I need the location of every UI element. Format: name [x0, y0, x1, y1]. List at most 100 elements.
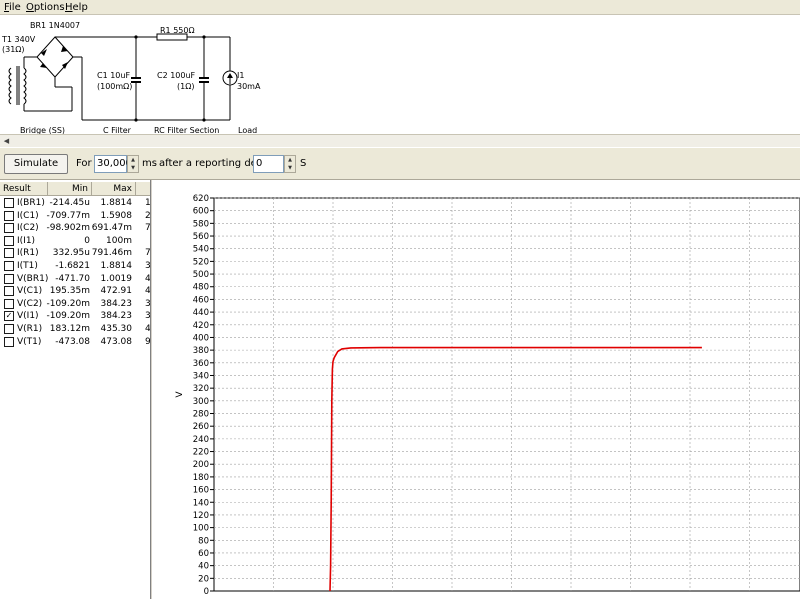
- result-name: V(C1): [17, 286, 43, 297]
- plot-area: [213, 197, 800, 592]
- y-tick-label: 20: [198, 574, 209, 584]
- delay-spinner[interactable]: ▲ ▼: [284, 155, 296, 173]
- y-tick-label: 60: [198, 549, 209, 559]
- result-name: V(I1): [17, 311, 39, 322]
- menu-options[interactable]: Options: [26, 1, 65, 14]
- y-tick-label: 40: [198, 562, 209, 572]
- y-tick-label: 520: [193, 257, 209, 267]
- section-label-bridge: Bridge (SS): [20, 126, 65, 134]
- result-min: -473.08: [55, 336, 90, 347]
- column-header-result[interactable]: Result: [0, 182, 48, 196]
- result-extra: 3: [145, 260, 151, 271]
- menu-bar: File Options Help: [0, 0, 800, 15]
- result-extra: 9: [145, 336, 151, 347]
- c2-label: C2 100uF: [157, 71, 196, 80]
- column-header-max[interactable]: Max: [92, 182, 136, 196]
- result-checkbox[interactable]: ✓: [4, 311, 14, 322]
- result-checkbox[interactable]: [4, 248, 14, 259]
- result-name: I(C1): [17, 210, 39, 221]
- result-checkbox[interactable]: [4, 210, 14, 221]
- table-row[interactable]: I(C2) -98.902m691.47m 79: [0, 222, 150, 235]
- table-row[interactable]: I(BR1) -214.45u 1.8814 1: [0, 197, 150, 210]
- table-row[interactable]: V(C2) -109.20m 384.23 3: [0, 298, 150, 311]
- table-row[interactable]: V(C1) 195.35m 472.91 4: [0, 285, 151, 298]
- result-min: -109.20m: [46, 311, 90, 322]
- for-label: For: [76, 158, 92, 169]
- scroll-left-arrow-icon[interactable]: ◀: [1, 136, 12, 146]
- table-row[interactable]: V(R1) 183.12m 435.30 4: [0, 323, 151, 336]
- chart-area: 0 20 40 60 80 100 120 140 160 180 200 220 240 260 280 3…: [152, 180, 800, 599]
- spin-down-icon[interactable]: ▼: [128, 164, 138, 172]
- y-tick-label: 140: [193, 498, 209, 508]
- result-checkbox[interactable]: [4, 286, 14, 297]
- y-tick-label: 420: [193, 321, 209, 331]
- result-checkbox[interactable]: [4, 198, 14, 208]
- result-max: 1.0019: [100, 273, 133, 284]
- result-extra: 4: [145, 323, 151, 334]
- y-axis-label: V: [175, 391, 185, 398]
- result-max: 472.91: [100, 286, 133, 297]
- column-header-min[interactable]: Min: [48, 182, 92, 196]
- y-tick-label: 320: [193, 384, 209, 394]
- transformer-secondary: [23, 67, 27, 105]
- table-row[interactable]: I(T1) -1.6821 1.8814 3: [0, 260, 151, 273]
- transformer-label: T1 340V: [1, 35, 36, 44]
- voltage-chart: 0 20 40 60 80 100 120 140 160 180 200 220 240 260 280 3…: [175, 194, 800, 597]
- result-min: -214.45u: [49, 198, 90, 208]
- y-tick-label: 560: [193, 232, 209, 242]
- c2-resistance: (1Ω): [177, 82, 194, 91]
- table-row[interactable]: I(I1) 0 100m: [0, 235, 150, 248]
- table-row[interactable]: V(BR1) -471.70 1.0019 4: [0, 273, 151, 286]
- simulate-button[interactable]: Simulate: [4, 154, 68, 174]
- result-checkbox[interactable]: [4, 273, 14, 284]
- result-name: I(R1): [17, 248, 39, 259]
- y-tick-label: 600: [193, 207, 209, 217]
- result-name: V(T1): [17, 336, 42, 347]
- spin-up-icon[interactable]: ▲: [128, 156, 138, 164]
- result-max: 1.8814: [100, 260, 133, 271]
- y-tick-label: 220: [193, 448, 209, 458]
- result-extra: 4: [145, 286, 151, 297]
- y-tick-label: 100: [193, 524, 209, 534]
- y-tick-label: 0: [204, 587, 209, 597]
- load-name: I1: [237, 71, 244, 80]
- menu-file[interactable]: File: [4, 1, 21, 14]
- duration-spinner[interactable]: ▲ ▼: [127, 155, 139, 173]
- results-table: Result Min Max I(BR1) -214.45u 1.8814 1 I(C1…: [0, 180, 151, 599]
- delay-input[interactable]: 0: [253, 155, 284, 173]
- result-checkbox[interactable]: [4, 260, 14, 271]
- result-min: 183.12m: [49, 323, 90, 334]
- spin-down-icon[interactable]: ▼: [285, 164, 295, 172]
- result-checkbox[interactable]: [4, 298, 14, 309]
- y-tick-label: 360: [193, 359, 209, 369]
- table-row[interactable]: I(C1) -709.77m 1.5908 2: [0, 210, 150, 223]
- result-checkbox[interactable]: [4, 223, 14, 234]
- c1-label: C1 10uF: [97, 71, 130, 80]
- y-tick-label: 580: [193, 219, 209, 229]
- result-min: -109.20m: [46, 298, 90, 309]
- duration-input[interactable]: 30,000: [94, 155, 132, 173]
- simulation-toolbar: Simulate For 30,000 ▲ ▼ ms after a repor…: [0, 147, 800, 180]
- menu-help[interactable]: Help: [65, 1, 88, 14]
- y-tick-label: 200: [193, 460, 209, 470]
- y-tick-label: 340: [193, 371, 209, 381]
- schematic-scrollbar[interactable]: ◀: [0, 134, 800, 147]
- result-extra: 4: [145, 273, 151, 284]
- transformer-primary: [8, 67, 12, 105]
- result-max: 1.8814: [100, 198, 133, 208]
- result-checkbox[interactable]: [4, 235, 14, 246]
- table-row[interactable]: I(R1) 332.95u791.46m 79: [0, 247, 150, 260]
- result-checkbox[interactable]: [4, 336, 14, 347]
- result-min: 195.35m: [49, 286, 90, 297]
- spin-up-icon[interactable]: ▲: [285, 156, 295, 164]
- load-value: 30mA: [237, 82, 261, 91]
- transformer-resistance: (31Ω): [2, 45, 25, 54]
- section-label-c-filter: C Filter: [103, 126, 132, 134]
- result-checkbox[interactable]: [4, 323, 14, 334]
- y-tick-label: 240: [193, 435, 209, 445]
- table-row[interactable]: ✓ V(I1) -109.20m 384.23 3: [0, 310, 150, 323]
- y-tick-label: 400: [193, 333, 209, 343]
- table-row[interactable]: V(T1) -473.08 473.08 9: [0, 336, 151, 349]
- y-tick-label: 120: [193, 511, 209, 521]
- result-min: -98.902m: [46, 223, 90, 234]
